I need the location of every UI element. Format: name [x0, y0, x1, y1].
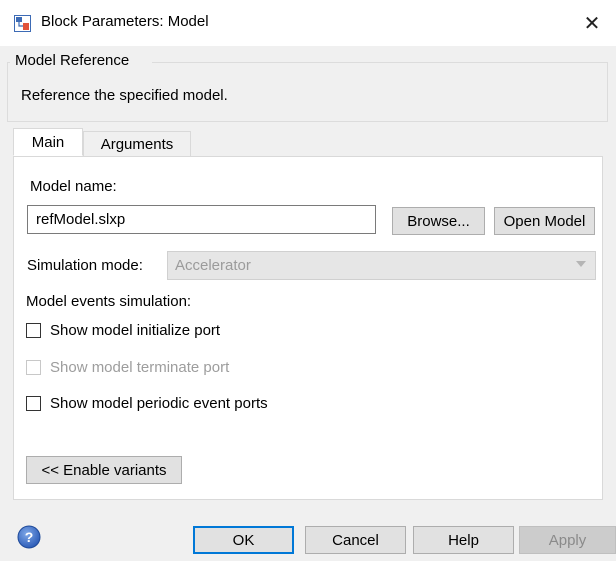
group-description: Reference the specified model. [21, 87, 228, 104]
chevron-down-icon [576, 261, 586, 267]
terminate-port-checkbox-row: Show model terminate port [26, 359, 229, 376]
model-name-input[interactable] [27, 205, 376, 234]
enable-variants-button[interactable]: << Enable variants [26, 456, 182, 484]
help-button[interactable]: Help [413, 526, 514, 554]
group-border-top-right [152, 62, 608, 63]
terminate-port-checkbox [26, 360, 41, 375]
terminate-port-label: Show model terminate port [50, 359, 230, 376]
group-border-top-left [7, 62, 10, 63]
initialize-port-label: Show model initialize port [50, 322, 221, 339]
close-icon: ✕ [583, 12, 601, 35]
simulink-block-icon [14, 15, 31, 32]
svg-text:?: ? [25, 529, 34, 545]
periodic-event-ports-label: Show model periodic event ports [50, 395, 268, 412]
group-title: Model Reference [13, 52, 132, 69]
initialize-port-checkbox[interactable] [26, 323, 41, 338]
cancel-button[interactable]: Cancel [305, 526, 406, 554]
apply-button: Apply [519, 526, 616, 554]
tab-arguments[interactable]: Arguments [83, 131, 191, 157]
simulation-mode-select[interactable]: Accelerator [167, 251, 596, 280]
close-button[interactable]: ✕ [576, 8, 608, 38]
periodic-event-ports-checkbox[interactable] [26, 396, 41, 411]
simulation-mode-label: Simulation mode: [27, 257, 143, 274]
tab-main[interactable]: Main [13, 128, 83, 156]
window-title: Block Parameters: Model [41, 13, 209, 30]
initialize-port-checkbox-row[interactable]: Show model initialize port [26, 322, 220, 339]
ok-button[interactable]: OK [193, 526, 294, 554]
model-events-label: Model events simulation: [26, 293, 192, 310]
periodic-event-ports-checkbox-row[interactable]: Show model periodic event ports [26, 395, 268, 412]
browse-button[interactable]: Browse... [392, 207, 485, 235]
help-icon[interactable]: ? [17, 525, 41, 549]
model-name-label: Model name: [30, 178, 117, 195]
open-model-button[interactable]: Open Model [494, 207, 595, 235]
